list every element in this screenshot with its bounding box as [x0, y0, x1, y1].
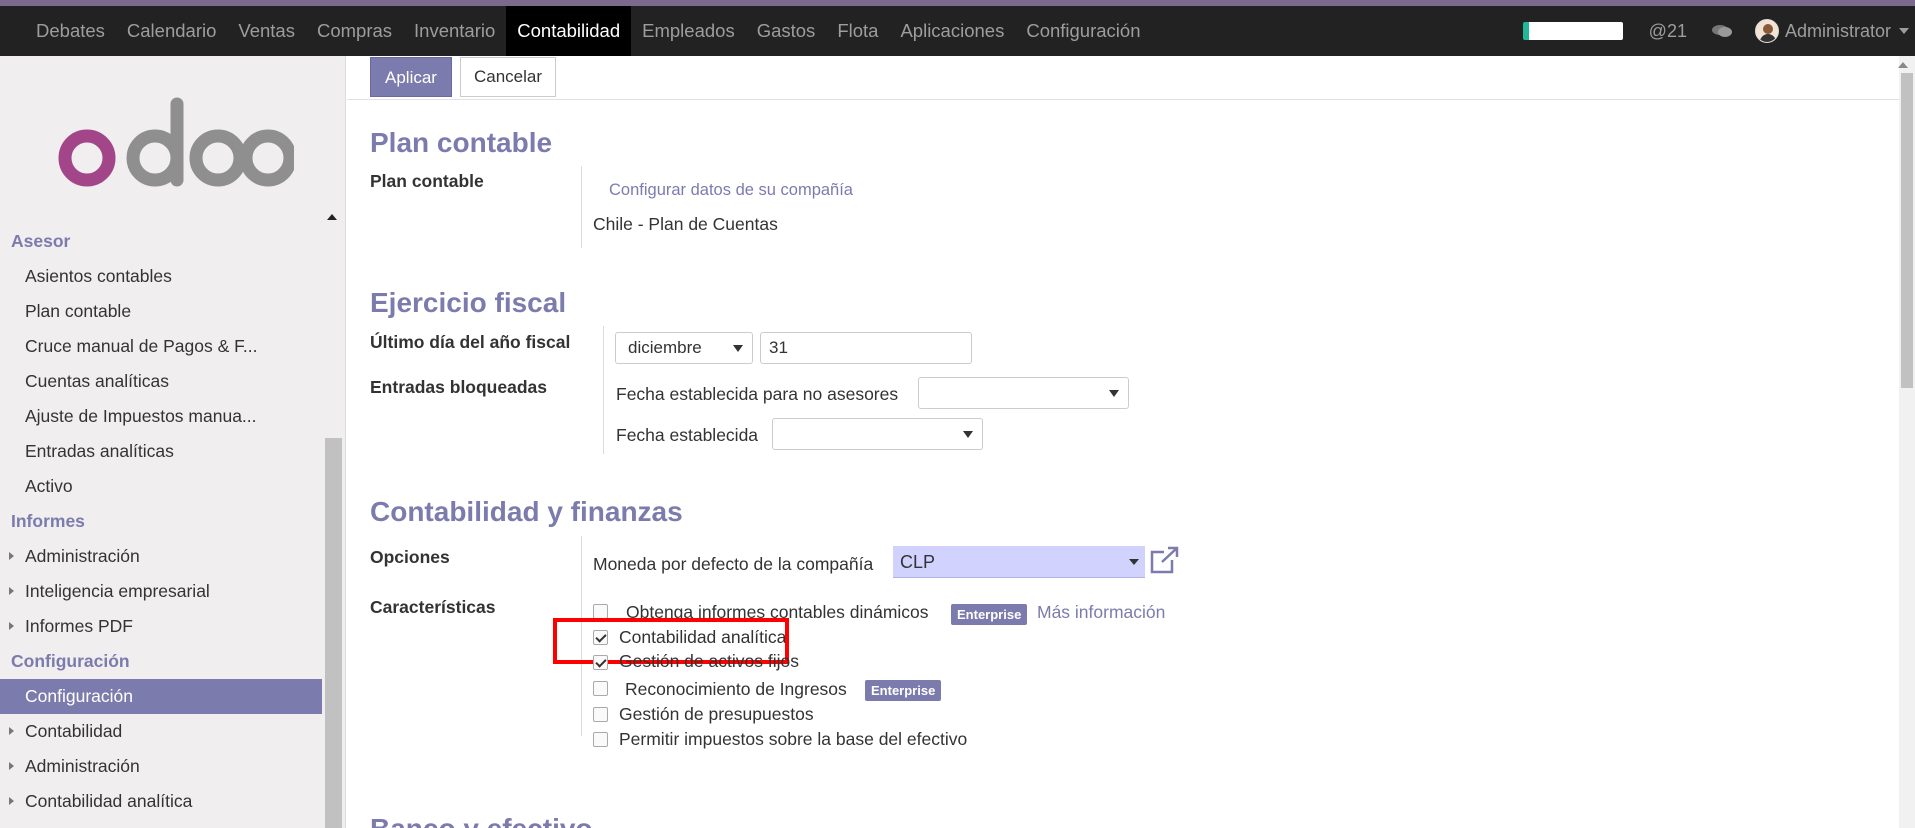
configure-company-link[interactable]: Configurar datos de su compañía [609, 181, 853, 200]
fiscal-month-value: diciembre [628, 338, 702, 357]
divider [603, 326, 604, 454]
sidebar-item-cruce-manual[interactable]: Cruce manual de Pagos & F... [0, 329, 322, 364]
app-menu: Debates Calendario Ventas Compras Invent… [0, 6, 1151, 56]
sidebar-item-informes-pdf[interactable]: Informes PDF [0, 609, 322, 644]
sidebar-item-inteligencia-empresarial[interactable]: Inteligencia empresarial [0, 574, 322, 609]
menu-compras[interactable]: Compras [306, 6, 403, 56]
apply-button[interactable]: Aplicar [370, 57, 452, 97]
feature-label-budget-management: Gestión de presupuestos [619, 704, 814, 724]
fiscal-last-day-label: Último día del año fiscal [370, 332, 571, 352]
features-label: Características [370, 597, 496, 617]
divider [581, 166, 582, 248]
external-link-icon[interactable] [1150, 546, 1180, 574]
menu-contabilidad[interactable]: Contabilidad [506, 6, 632, 56]
feature-checkbox-cash-basis-taxes[interactable] [593, 732, 608, 747]
planner-progress-bar[interactable] [1522, 22, 1623, 40]
sidebar-scroll-up-icon[interactable] [327, 214, 337, 220]
user-menu[interactable]: Administrator [1754, 19, 1915, 43]
sidebar-section-configuracion: Configuración [11, 651, 130, 671]
page-scrollbar-thumb[interactable] [1901, 73, 1913, 388]
fiscal-day-input[interactable]: 31 [760, 332, 972, 364]
bank-section-title: Banco y efectivo [370, 813, 593, 828]
mentions-counter[interactable]: @21 [1649, 21, 1687, 42]
sidebar-section-informes: Informes [11, 511, 85, 531]
chevron-down-icon [1129, 559, 1139, 565]
odoo-logo[interactable] [54, 92, 294, 202]
feature-checkbox-revenue-recognition[interactable] [593, 681, 608, 696]
feature-checkbox-fixed-assets[interactable] [593, 655, 608, 670]
enterprise-badge: Enterprise [951, 604, 1028, 625]
menu-debates[interactable]: Debates [25, 6, 116, 56]
more-info-link[interactable]: Más información [1037, 602, 1165, 623]
feature-label-revenue-recognition: Reconocimiento de Ingresos [625, 679, 847, 699]
menu-configuracion[interactable]: Configuración [1015, 6, 1151, 56]
lock-non-advisers-date-field[interactable] [918, 377, 1129, 409]
sidebar-item-asientos-contables[interactable]: Asientos contables [0, 259, 322, 294]
settings-form: Plan contable Plan contable Configurar d… [347, 100, 1899, 828]
currency-select[interactable]: CLP [893, 546, 1145, 578]
chevron-down-icon [733, 345, 743, 352]
menu-calendario[interactable]: Calendario [116, 6, 227, 56]
lock-date-label: Fecha establecida [616, 425, 759, 445]
menu-inventario[interactable]: Inventario [403, 6, 506, 56]
currency-label: Moneda por defecto de la compañía [593, 554, 874, 574]
scroll-up-icon[interactable] [1898, 62, 1908, 68]
finance-section-title: Contabilidad y finanzas [370, 496, 683, 527]
sidebar: Asesor Asientos contables Plan contable … [0, 56, 346, 828]
sidebar-menu: Asesor Asientos contables Plan contable … [0, 224, 322, 819]
sidebar-item-cuentas-analiticas[interactable]: Cuentas analíticas [0, 364, 322, 399]
feature-checkbox-budget-management[interactable] [593, 707, 608, 722]
navbar-systray: @21 Administrator [1522, 6, 1915, 56]
sidebar-item-entradas-analiticas[interactable]: Entradas analíticas [0, 434, 322, 469]
top-navbar: Debates Calendario Ventas Compras Invent… [0, 6, 1915, 56]
menu-ventas[interactable]: Ventas [227, 6, 306, 56]
enterprise-badge: Enterprise [865, 680, 942, 701]
chevron-down-icon [1899, 28, 1909, 34]
fiscal-section-title: Ejercicio fiscal [370, 287, 567, 318]
plan-section-title: Plan contable [370, 127, 553, 158]
sidebar-item-plan-contable[interactable]: Plan contable [0, 294, 322, 329]
chart-of-accounts-value: Chile - Plan de Cuentas [593, 214, 778, 234]
chevron-down-icon [1109, 390, 1119, 397]
sidebar-item-administracion-informes[interactable]: Administración [0, 539, 322, 574]
cancel-button[interactable]: Cancelar [460, 57, 557, 97]
menu-empleados[interactable]: Empleados [631, 6, 746, 56]
sidebar-item-ajuste-impuestos[interactable]: Ajuste de Impuestos manua... [0, 399, 322, 434]
sidebar-item-configuracion[interactable]: Configuración [0, 679, 322, 714]
control-panel: Aplicar Cancelar [347, 56, 1899, 100]
avatar [1754, 19, 1779, 43]
chat-icon[interactable] [1711, 24, 1733, 38]
fiscal-month-select[interactable]: diciembre [615, 332, 753, 364]
lock-date-field[interactable] [772, 418, 983, 450]
feature-label-cash-basis-taxes: Permitir impuestos sobre la base del efe… [619, 729, 968, 749]
lock-non-advisers-label: Fecha establecida para no asesores [616, 384, 899, 404]
main-content: Aplicar Cancelar Plan contable Plan cont… [347, 56, 1899, 828]
menu-gastos[interactable]: Gastos [746, 6, 827, 56]
currency-value: CLP [900, 552, 936, 572]
user-name: Administrator [1784, 20, 1891, 41]
plan-label: Plan contable [370, 171, 484, 191]
options-label: Opciones [370, 547, 450, 567]
sidebar-item-contabilidad[interactable]: Contabilidad [0, 714, 322, 749]
feature-label-fixed-assets: Gestión de activos fijos [619, 651, 799, 671]
chevron-down-icon [963, 431, 973, 438]
menu-aplicaciones[interactable]: Aplicaciones [889, 6, 1015, 56]
sidebar-scrollbar[interactable] [325, 438, 342, 828]
sidebar-item-activo[interactable]: Activo [0, 469, 322, 504]
locked-entries-label: Entradas bloqueadas [370, 377, 547, 397]
sidebar-item-contabilidad-analitica[interactable]: Contabilidad analítica [0, 784, 322, 819]
feature-checkbox-dynamic-reports[interactable] [593, 604, 608, 619]
sidebar-item-administracion-config[interactable]: Administración [0, 749, 322, 784]
sidebar-section-asesor: Asesor [11, 231, 71, 251]
menu-flota[interactable]: Flota [826, 6, 889, 56]
